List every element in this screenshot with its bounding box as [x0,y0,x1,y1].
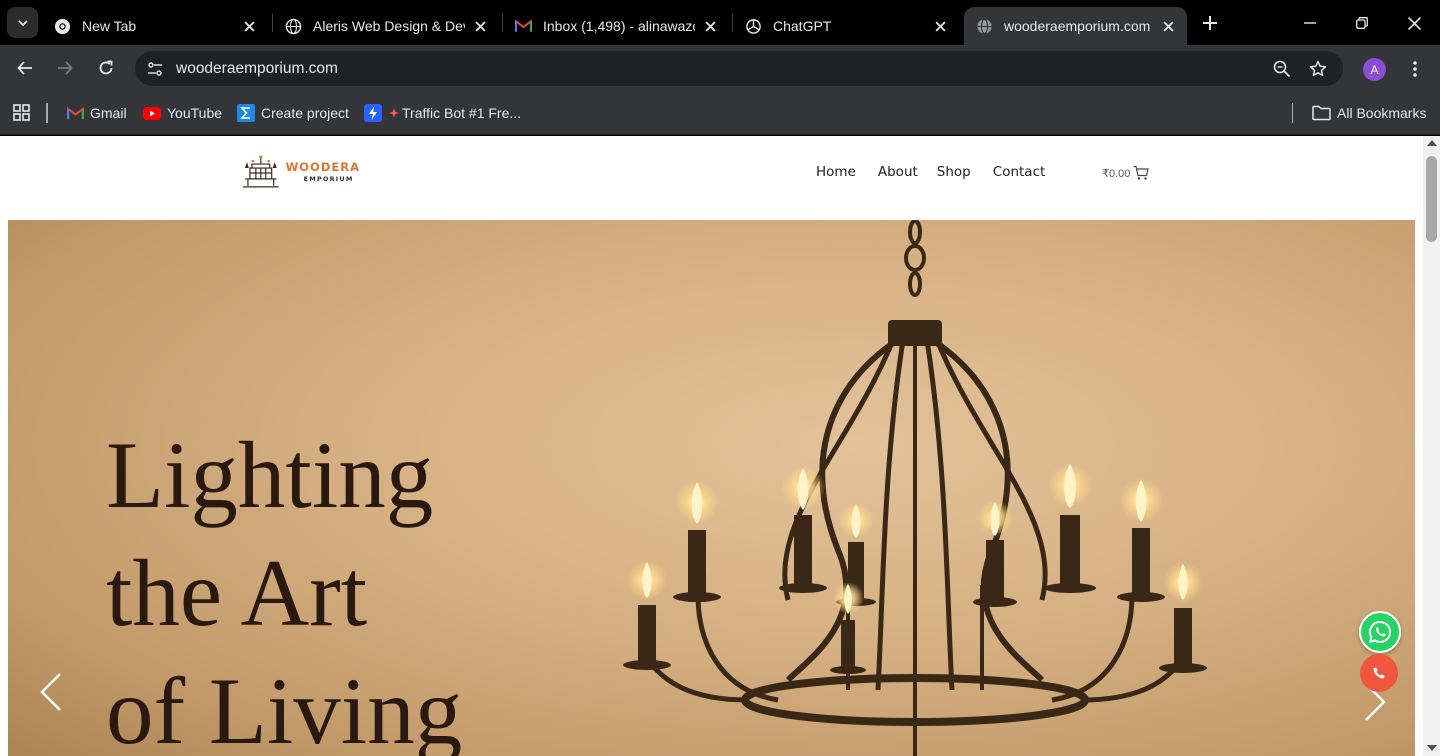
nav-home[interactable]: Home [816,164,856,184]
bookmark-traffic-bot[interactable]: Traffic Bot #1 Fre... [364,102,521,124]
chrome-icon [54,18,71,35]
url-text[interactable]: wooderaemporium.com [176,60,338,78]
tab-chatgpt[interactable]: ChatGPT [733,7,959,45]
hero-slider: Lighting the Art of Living [8,220,1415,756]
nav-shop[interactable]: Shop [937,164,971,184]
apps-grid-icon[interactable] [12,103,32,123]
slider-prev-arrow-icon[interactable] [36,670,66,714]
sparkle-icon [388,104,400,122]
cart-button[interactable]: ₹0.00 [1102,165,1150,181]
more-menu-icon[interactable] [1404,58,1426,80]
main-nav: Home About Shop Contact [816,164,1067,184]
new-tab-button[interactable] [1198,11,1222,35]
minimize-button[interactable] [1296,9,1324,37]
phone-icon [1373,667,1385,679]
tab-title: ChatGPT [773,18,832,34]
close-icon[interactable] [240,17,258,35]
folder-icon [1311,104,1331,122]
site-info-button[interactable] [141,55,169,82]
youtube-icon [143,104,161,122]
plus-icon [1203,16,1217,30]
gmail-icon [66,104,84,122]
bookmark-gmail[interactable]: Gmail [66,102,127,124]
bookmarks-divider [46,103,48,123]
bookmarks-bar: Gmail YouTube Create project Traffic Bot… [0,91,1440,135]
tab-strip: New Tab Aleris Web Design & Dev Inbox (1… [0,0,1440,45]
hero-line: of Living [106,658,463,756]
tab-aleris[interactable]: Aleris Web Design & Dev [273,7,499,45]
reload-icon [99,60,113,75]
sigma-icon [237,104,255,122]
bookmark-label: Traffic Bot #1 Fre... [402,105,522,121]
site-logo[interactable]: WOODERA EMPORIUM [240,154,360,190]
close-icon [1407,16,1421,30]
close-icon[interactable] [931,17,949,35]
all-bookmarks-button[interactable]: All Bookmarks [1311,102,1426,124]
cart-icon [1133,165,1150,180]
zoom-icon[interactable] [1271,58,1293,80]
profile-avatar[interactable]: A [1363,58,1386,81]
scroll-down-arrow-icon[interactable] [1427,745,1437,751]
tab-search-button[interactable] [7,7,38,38]
nav-contact[interactable]: Contact [993,164,1046,184]
close-icon[interactable] [471,17,489,35]
bookmarks-divider [1292,103,1293,123]
bookmark-youtube[interactable]: YouTube [143,102,222,124]
whatsapp-button[interactable] [1359,611,1401,653]
tab-woodera-active[interactable]: wooderaemporium.com [964,7,1187,45]
minimize-icon [1304,22,1316,24]
cart-total: ₹0.00 [1102,167,1131,180]
bolt-icon [364,104,382,122]
call-button[interactable] [1360,654,1398,692]
logo-main-text: WOODERA [285,160,360,174]
tune-icon [148,61,162,76]
scroll-thumb[interactable] [1426,156,1437,242]
bookmark-star-icon[interactable] [1307,58,1329,80]
arrow-left-icon [17,61,32,75]
logo-furniture-icon [242,155,279,188]
arrow-right-icon [58,61,73,75]
site-header: WOODERA EMPORIUM Home About Shop Contact… [0,136,1423,212]
globe-icon [976,18,993,35]
tab-title: wooderaemporium.com [1004,18,1151,34]
browser-toolbar: wooderaemporium.com A [0,45,1440,91]
tab-title: Aleris Web Design & Dev [313,18,465,34]
bookmark-label: YouTube [167,105,223,121]
tab-new-tab[interactable]: New Tab [42,7,268,45]
reload-button[interactable] [92,54,120,82]
web-page: WOODERA EMPORIUM Home About Shop Contact… [0,136,1423,756]
tab-gmail-inbox[interactable]: Inbox (1,498) - alinawazo [503,7,729,45]
chevron-down-icon [17,19,28,26]
hero-line: Lighting [106,422,434,528]
back-button[interactable] [11,54,39,82]
address-bar[interactable]: wooderaemporium.com [135,51,1343,86]
whatsapp-icon [1368,620,1392,643]
page-scrollbar[interactable] [1423,136,1440,756]
scroll-up-arrow-icon[interactable] [1427,140,1437,146]
window-close-button[interactable] [1400,9,1428,37]
openai-icon [745,18,762,35]
logo-wordmark: WOODERA EMPORIUM [285,160,360,183]
logo-sub-text: EMPORIUM [303,174,354,183]
bookmark-label: Gmail [90,105,127,121]
all-bookmarks-label: All Bookmarks [1337,105,1427,121]
close-icon[interactable] [1159,17,1177,35]
hero-line: the Art [106,540,368,646]
hero-heading: Lighting the Art of Living [106,416,462,756]
forward-button[interactable] [51,54,79,82]
tab-title: Inbox (1,498) - alinawazo [543,18,695,34]
chandelier-image [623,220,1207,756]
restore-button[interactable] [1348,9,1376,37]
close-icon[interactable] [701,17,719,35]
globe-icon [285,18,302,35]
tab-title: New Tab [82,18,137,34]
bookmark-create-project[interactable]: Create project [237,102,349,124]
gmail-icon [515,18,532,35]
restore-icon [1356,17,1368,29]
bookmark-label: Create project [261,105,349,121]
nav-about[interactable]: About [878,164,918,184]
